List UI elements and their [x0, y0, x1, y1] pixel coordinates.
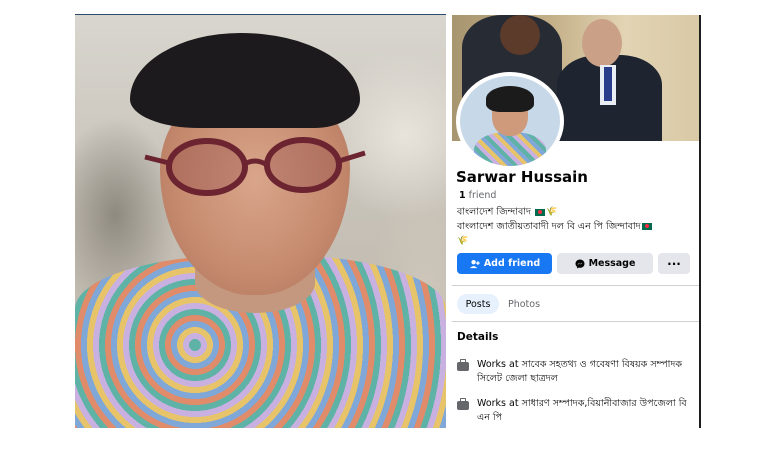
detail-item-work-2: Works at সাধারণ সম্পাদক,বিয়ানীবাজার উপজ… [457, 397, 695, 425]
sheaf-of-rice-icon: 🌾 [546, 207, 558, 217]
profile-bio: বাংলাদেশ জিন্দাবাদ 🌾 বাংলাদেশ জাতীয়তাবা… [457, 205, 695, 248]
detail-text: Works at সাবেক সহতথ্য ও গবেষণা বিষয়ক সম… [477, 359, 682, 384]
avatar-hair [486, 86, 534, 112]
detail-text: Works at সাধারণ সম্পাদক,বিয়ানীবাজার উপজ… [477, 398, 687, 423]
avatar-shirt [474, 132, 546, 166]
details-heading: Details [457, 331, 499, 343]
profile-name: Sarwar Hussain [456, 168, 588, 186]
cover-person-left-head [500, 15, 540, 55]
message-label: Message [588, 258, 636, 269]
cover-person-right-tie [604, 67, 612, 101]
portrait-photo [75, 15, 446, 428]
friends-label: friend [468, 190, 497, 201]
add-friend-button[interactable]: Add friend [457, 253, 552, 274]
bio-line-2: বাংলাদেশ জাতীয়তাবাদী দল বি এন পি জিন্দা… [457, 220, 641, 232]
cover-person-right-head [582, 19, 622, 67]
tab-posts[interactable]: Posts [457, 294, 499, 314]
messenger-icon [575, 259, 585, 268]
divider [452, 285, 699, 286]
add-friend-label: Add friend [483, 258, 541, 269]
sheaf-of-rice-icon: 🌾 [457, 235, 469, 246]
briefcase-icon [457, 398, 469, 410]
friends-number: 1 [459, 190, 466, 201]
divider [452, 321, 699, 322]
profile-avatar[interactable] [456, 72, 564, 170]
bangladesh-flag-icon [535, 208, 546, 216]
more-options-button[interactable]: ··· [658, 253, 690, 274]
facebook-profile-card: Sarwar Hussain 1 friend বাংলাদেশ জিন্দাব… [452, 15, 701, 428]
add-friend-icon [469, 259, 480, 268]
detail-item-work-1: Works at সাবেক সহতথ্য ও গবেষণা বিষয়ক সম… [457, 358, 695, 386]
bangladesh-flag-icon [641, 222, 652, 230]
glasses-icon [144, 137, 366, 196]
friends-count[interactable]: 1 friend [459, 190, 496, 201]
briefcase-icon [457, 359, 469, 371]
tab-photos[interactable]: Photos [504, 294, 544, 314]
bio-line-1: বাংলাদেশ জিন্দাবাদ [457, 206, 532, 218]
message-button[interactable]: Message [557, 253, 653, 274]
more-options-icon: ··· [667, 256, 681, 271]
